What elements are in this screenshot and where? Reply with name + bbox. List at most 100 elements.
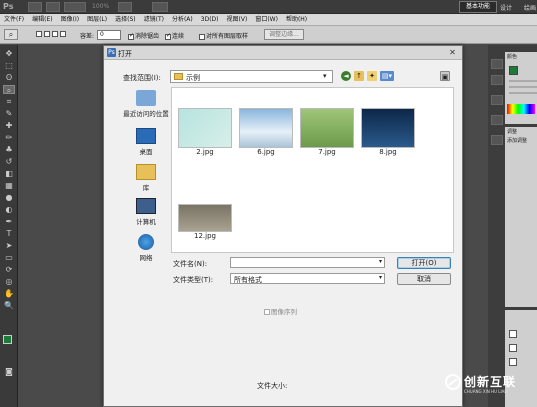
lasso-tool-icon[interactable]: ʘ xyxy=(3,73,15,82)
antialias-checkbox[interactable]: 消除锯齿 xyxy=(128,31,159,40)
file-list: 2.jpg 6.jpg 7.jpg 8.jpg 12.jpg xyxy=(171,87,454,253)
close-icon[interactable]: ✕ xyxy=(447,48,458,58)
bridge-button[interactable] xyxy=(28,2,42,12)
cancel-button[interactable]: 取消 xyxy=(397,273,451,285)
blur-tool-icon[interactable]: ● xyxy=(3,193,15,202)
workspace-essentials-button[interactable]: 基本功能 xyxy=(459,1,497,13)
subtract-selection-icon[interactable] xyxy=(52,31,58,37)
mini-bridge-button[interactable] xyxy=(46,2,60,12)
zoom-tool-icon[interactable]: 🔍 xyxy=(3,301,15,310)
menu-select[interactable]: 选择(S) xyxy=(111,14,140,25)
adjustments-tab[interactable]: 调整 xyxy=(507,128,517,135)
file-name-input[interactable]: ▾ xyxy=(230,257,385,268)
panel-icon-4[interactable] xyxy=(491,135,503,145)
file-item[interactable]: 12.jpg xyxy=(178,204,232,240)
image-sequence-checkbox[interactable]: 图像序列 xyxy=(264,306,297,316)
place-computer[interactable]: 计算机 xyxy=(116,198,176,226)
chevron-down-icon[interactable]: ▾ xyxy=(379,258,382,265)
place-libraries[interactable]: 库 xyxy=(116,164,176,192)
3d-orbit-tool-icon[interactable]: ◎ xyxy=(3,277,15,286)
path-selection-tool-icon[interactable]: ➤ xyxy=(3,241,15,250)
up-folder-icon[interactable]: ↑ xyxy=(354,71,364,81)
intersect-selection-icon[interactable] xyxy=(60,31,66,37)
place-label: 网络 xyxy=(139,254,153,262)
file-item[interactable]: 2.jpg xyxy=(178,108,232,156)
layer-visibility-icon[interactable] xyxy=(509,330,517,338)
file-type-dropdown[interactable]: 所有格式 ▾ xyxy=(230,273,385,284)
dodge-tool-icon[interactable]: ◐ xyxy=(3,205,15,214)
open-button[interactable]: 打开(O) xyxy=(397,257,451,269)
panel-toggle-icon[interactable] xyxy=(491,59,503,69)
panel-icon-1[interactable] xyxy=(491,75,503,85)
layer-visibility-icon[interactable] xyxy=(509,344,517,352)
hand-tool-button[interactable] xyxy=(118,2,132,12)
view-extras-button[interactable] xyxy=(64,2,86,12)
menu-edit[interactable]: 编辑(E) xyxy=(28,14,56,25)
panel-icon-3[interactable] xyxy=(491,115,503,125)
healing-brush-tool-icon[interactable]: ✚ xyxy=(3,121,15,130)
clone-stamp-tool-icon[interactable]: ♣ xyxy=(3,145,15,154)
sample-all-layers-checkbox[interactable]: 对所有图层取样 xyxy=(199,31,248,40)
add-selection-icon[interactable] xyxy=(44,31,50,37)
blue-slider[interactable] xyxy=(509,92,537,94)
hand-tool-icon[interactable]: ✋ xyxy=(3,289,15,298)
tolerance-input[interactable]: 0 xyxy=(97,30,121,40)
menu-analysis[interactable]: 分析(A) xyxy=(168,14,197,25)
eyedropper-tool-icon[interactable]: ✎ xyxy=(3,109,15,118)
workspace-painting[interactable]: 绘画 xyxy=(524,3,536,12)
place-network[interactable]: 网络 xyxy=(116,234,176,262)
quick-mask-icon[interactable]: ◙ xyxy=(3,367,15,376)
menu-help[interactable]: 帮助(H) xyxy=(282,14,311,25)
eraser-tool-icon[interactable]: ◧ xyxy=(3,169,15,178)
menu-window[interactable]: 窗口(W) xyxy=(251,14,282,25)
menu-file[interactable]: 文件(F) xyxy=(0,14,28,25)
brush-tool-icon[interactable]: ✏ xyxy=(3,133,15,142)
menu-layer[interactable]: 图层(L) xyxy=(83,14,111,25)
gradient-tool-icon[interactable]: ▦ xyxy=(3,181,15,190)
workspace-design[interactable]: 设计 xyxy=(500,3,512,12)
red-slider[interactable] xyxy=(509,80,537,82)
selection-mode-buttons[interactable] xyxy=(36,30,72,40)
back-icon[interactable]: ◄ xyxy=(341,71,351,81)
menu-view[interactable]: 视图(V) xyxy=(223,14,252,25)
refine-edge-button[interactable]: 调整边缘... xyxy=(264,29,304,40)
new-selection-icon[interactable] xyxy=(36,31,42,37)
view-menu-icon[interactable]: ▤▾ xyxy=(380,71,394,81)
3d-rotate-tool-icon[interactable]: ⟳ xyxy=(3,265,15,274)
zoom-level[interactable]: 100% xyxy=(92,3,109,10)
type-tool-icon[interactable]: T xyxy=(3,229,15,238)
contiguous-checkbox[interactable]: 连续 xyxy=(165,31,184,40)
move-tool-icon[interactable]: ✥ xyxy=(3,49,15,58)
desktop-icon xyxy=(136,128,156,144)
folder-icon xyxy=(174,73,183,80)
tools-panel: ✥ ⬚ ʘ ⌕ ⌗ ✎ ✚ ✏ ♣ ↺ ◧ ▦ ● ◐ ✒ T ➤ ▭ ⟳ ◎ … xyxy=(0,45,18,407)
place-recent[interactable]: 最近访问的位置 xyxy=(116,90,176,118)
file-item[interactable]: 8.jpg xyxy=(361,108,415,156)
pen-tool-icon[interactable]: ✒ xyxy=(3,217,15,226)
color-tab[interactable]: 颜色 xyxy=(507,53,517,60)
place-desktop[interactable]: 桌面 xyxy=(116,128,176,156)
file-item[interactable]: 7.jpg xyxy=(300,108,354,156)
crop-tool-icon[interactable]: ⌗ xyxy=(3,97,15,106)
layer-visibility-icon[interactable] xyxy=(509,358,517,366)
history-brush-tool-icon[interactable]: ↺ xyxy=(3,157,15,166)
menu-image[interactable]: 图像(I) xyxy=(57,14,83,25)
foreground-color-swatch[interactable] xyxy=(3,335,12,344)
arrange-documents-button[interactable] xyxy=(152,2,168,12)
magic-wand-preset-icon[interactable]: ⌕ xyxy=(4,29,18,40)
photoshop-logo: Ps xyxy=(3,2,14,11)
color-ramp[interactable] xyxy=(507,104,535,114)
look-in-dropdown[interactable]: 示例 ▾ xyxy=(170,70,333,83)
panel-icon-2[interactable] xyxy=(491,95,503,105)
file-item[interactable]: 6.jpg xyxy=(239,108,293,156)
folder-options-icon[interactable]: ▣ xyxy=(440,71,450,81)
new-folder-icon[interactable]: ✦ xyxy=(367,71,377,81)
green-slider[interactable] xyxy=(509,86,537,88)
menu-filter[interactable]: 滤镜(T) xyxy=(140,14,168,25)
look-in-value: 示例 xyxy=(186,74,200,82)
magic-wand-tool-icon[interactable]: ⌕ xyxy=(3,85,15,95)
shape-tool-icon[interactable]: ▭ xyxy=(3,253,15,262)
panel-foreground-swatch[interactable] xyxy=(509,66,518,75)
marquee-tool-icon[interactable]: ⬚ xyxy=(3,61,15,70)
menu-3d[interactable]: 3D(D) xyxy=(197,14,223,25)
